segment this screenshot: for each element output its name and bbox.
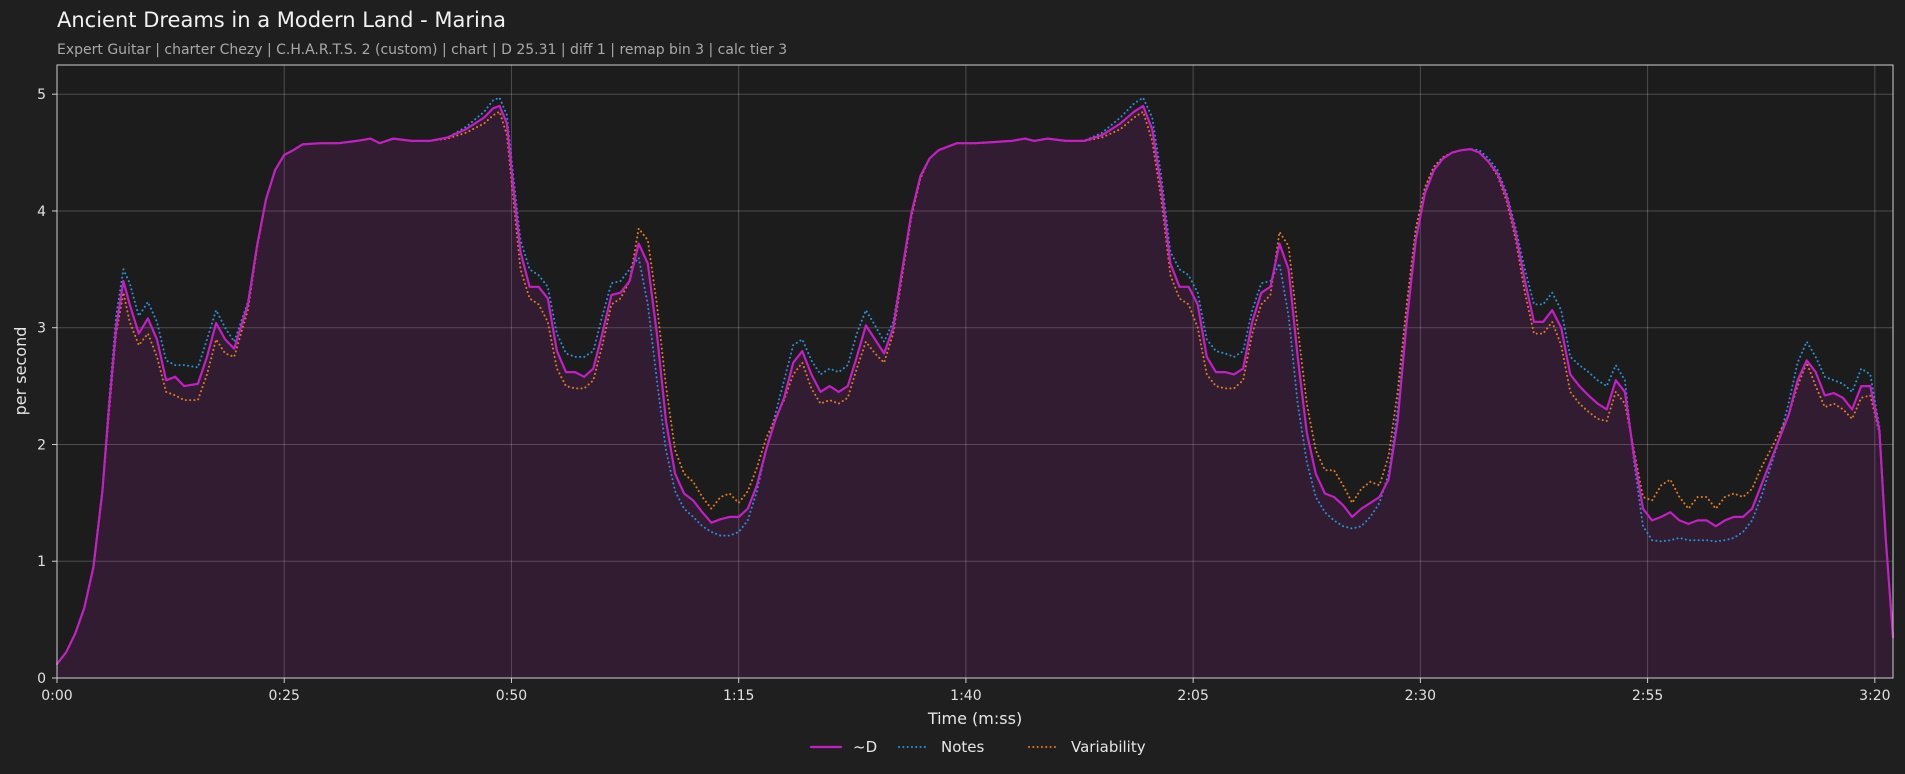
legend-label: ~D	[853, 738, 877, 756]
legend-label: Notes	[941, 738, 985, 756]
x-axis-ticks: 0:00 0:25 0:50 1:15 1:40 2:05 2:30 2:55 3:20	[41, 678, 1891, 704]
x-tick-label: 2:30	[1405, 688, 1436, 704]
plot-area	[55, 64, 1895, 679]
y-axis-ticks: 0 1 2 3 4 5	[37, 87, 57, 687]
y-tick-label: 0	[37, 671, 46, 687]
chart-subtitle: Expert Guitar | charter Chezy | C.H.A.R.…	[57, 42, 787, 58]
x-tick-label: 0:25	[269, 688, 300, 704]
x-tick-label: 2:05	[1177, 688, 1208, 704]
y-tick-label: 1	[37, 554, 46, 570]
x-tick-label: 1:40	[950, 688, 981, 704]
x-tick-label: 1:15	[723, 688, 754, 704]
chart-figure: Ancient Dreams in a Modern Land - Marina…	[11, 8, 1895, 756]
x-tick-label: 2:55	[1632, 688, 1663, 704]
x-tick-label: 3:20	[1859, 688, 1890, 704]
y-axis-label: per second	[11, 327, 30, 416]
chart-title: Ancient Dreams in a Modern Land - Marina	[57, 8, 506, 32]
y-tick-label: 3	[37, 321, 46, 337]
legend: ~D Notes Variability	[809, 738, 1146, 756]
x-tick-label: 0:00	[41, 688, 72, 704]
y-tick-label: 5	[37, 87, 46, 103]
legend-label: Variability	[1071, 738, 1146, 756]
x-tick-label: 0:50	[496, 688, 527, 704]
y-tick-label: 4	[37, 204, 46, 220]
y-tick-label: 2	[37, 437, 46, 453]
x-axis-label: Time (m:ss)	[927, 709, 1022, 728]
